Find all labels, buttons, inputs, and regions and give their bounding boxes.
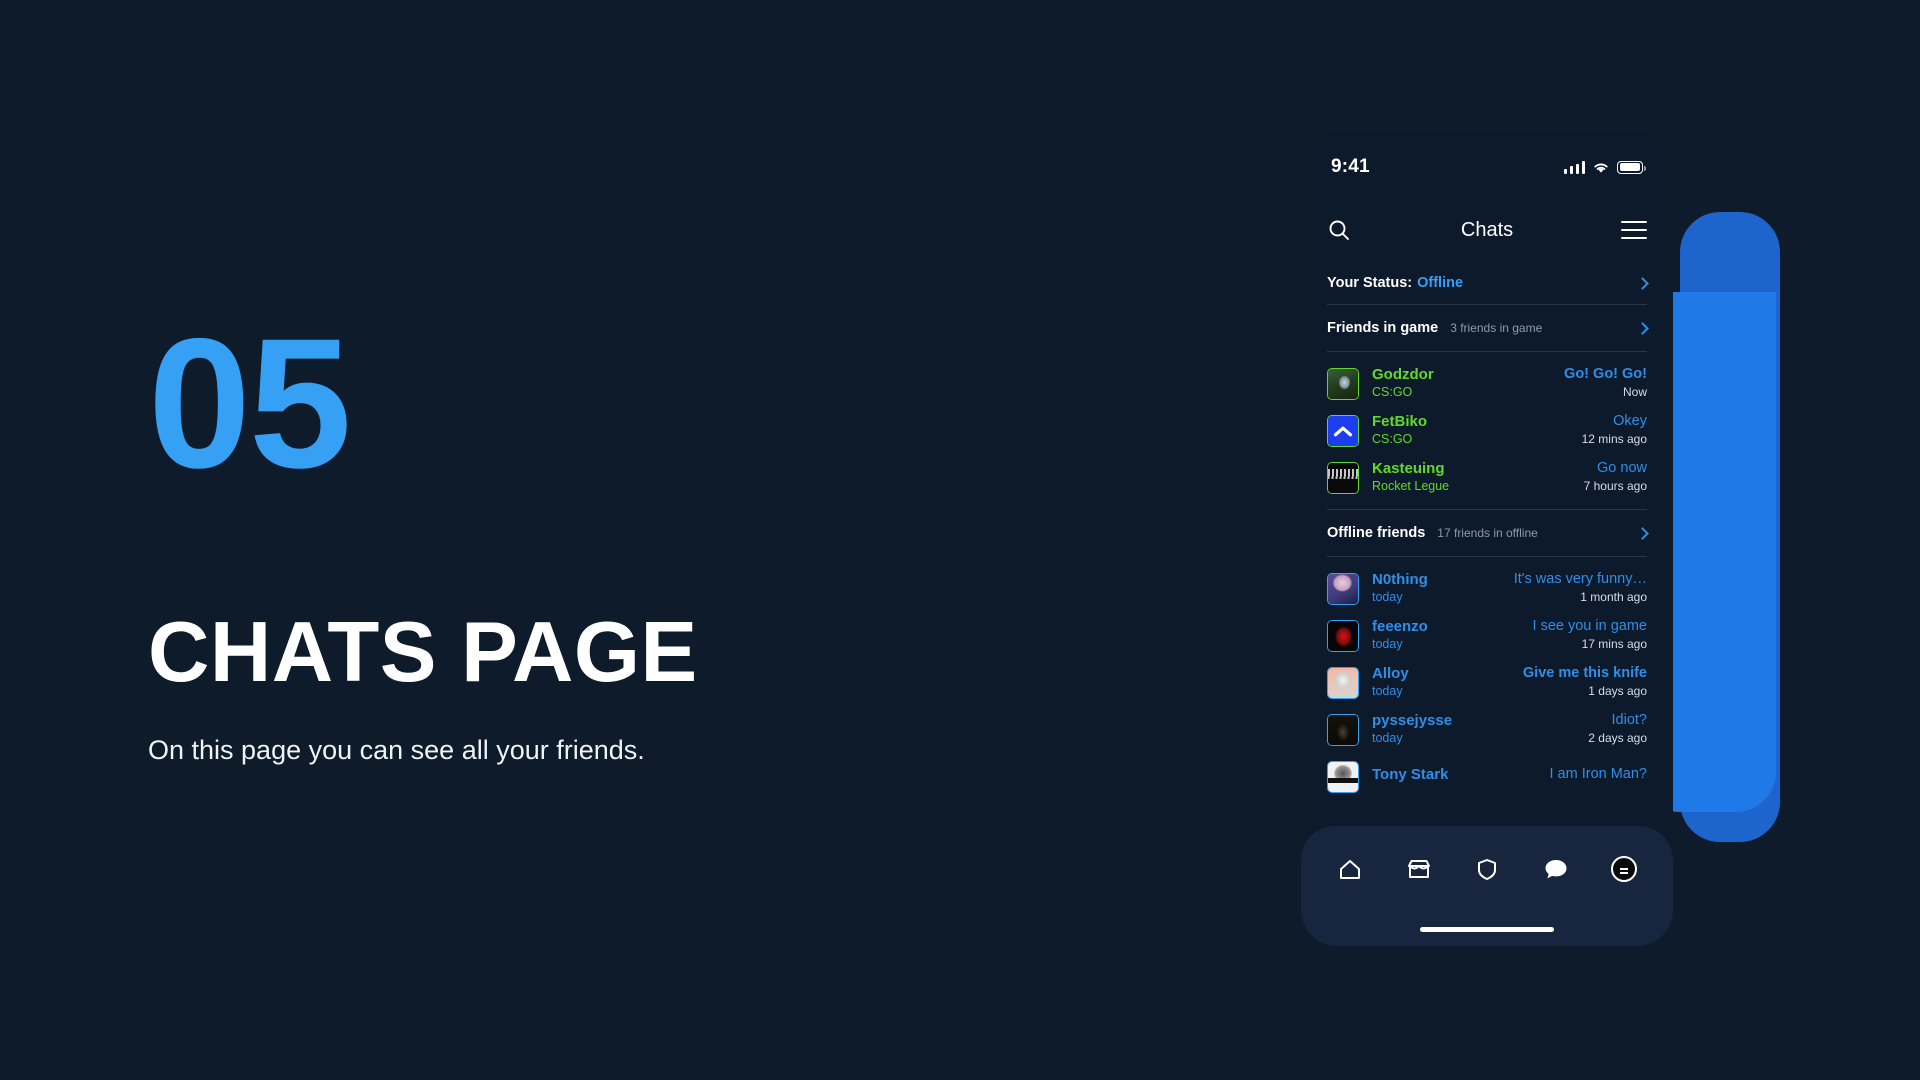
page-subtitle: On this page you can see all your friend… [148, 735, 645, 766]
last-message: Idiot? [1611, 712, 1647, 729]
home-indicator [1420, 927, 1554, 932]
friend-activity: today [1372, 683, 1403, 698]
last-message: It's was very funny… [1513, 571, 1647, 588]
slide-canvas: 05 CHATS PAGE On this page you can see a… [0, 0, 1920, 1080]
avatar-tony-stark [1327, 760, 1359, 793]
friend-activity: today [1372, 589, 1403, 604]
friend-name: Alloy [1372, 665, 1409, 683]
search-icon[interactable] [1327, 218, 1351, 242]
avatar-alloy [1327, 666, 1359, 699]
section-header-friends-in-game[interactable]: Friends in game 3 friends in game [1301, 305, 1673, 351]
your-status-row[interactable]: Your Status: Offline [1301, 262, 1673, 304]
message-time: 1 month ago [1580, 590, 1647, 605]
avatar-godzdor [1327, 367, 1359, 400]
page-title: CHATS PAGE [148, 605, 698, 701]
last-message: I am Iron Man? [1549, 766, 1647, 783]
page-header-title: Chats [1460, 218, 1514, 241]
section-header-offline-friends[interactable]: Offline friends 17 friends in offline [1301, 510, 1673, 556]
battery-full-icon [1617, 160, 1646, 174]
avatar-n0thing [1327, 572, 1359, 605]
friend-game: CS:GO [1372, 431, 1413, 446]
friend-name: N0thing [1372, 571, 1428, 589]
status-bar-time: 9:41 [1331, 156, 1370, 177]
home-icon[interactable] [1333, 852, 1367, 886]
avatar-fetbiko [1327, 414, 1359, 447]
friend-name: feeenzo [1372, 618, 1428, 636]
slide-text-column: 05 CHATS PAGE On this page you can see a… [148, 301, 848, 770]
table-row[interactable]: FetBiko CS:GO Okey 12 mins ago [1301, 407, 1673, 454]
avatar-pyssejysse [1327, 713, 1359, 746]
friend-name: FetBiko [1372, 413, 1428, 431]
table-row[interactable]: Tony Stark I am Iron Man? [1301, 753, 1673, 800]
message-time: 1 days ago [1588, 684, 1647, 699]
chevron-right-icon[interactable] [1636, 526, 1649, 540]
table-row[interactable]: pyssejysse today Idiot? 2 days ago [1301, 706, 1673, 753]
hamburger-menu-icon[interactable] [1621, 220, 1647, 240]
status-bar: 9:41 [1301, 134, 1673, 186]
friend-name: Kasteuing [1372, 460, 1445, 478]
your-status-value: Offline [1417, 275, 1464, 291]
friend-activity: today [1372, 636, 1403, 651]
slide-number: 05 [148, 301, 352, 507]
avatar-feeenzo [1327, 619, 1359, 652]
bottom-navigation-bar [1301, 826, 1673, 946]
friend-game: CS:GO [1372, 384, 1413, 399]
cellular-signal-icon [1563, 160, 1585, 174]
section-count: 3 friends in game [1450, 321, 1543, 335]
your-status-label: Your Status: [1327, 275, 1413, 291]
section-count: 17 friends in offline [1437, 526, 1538, 540]
wifi-icon [1594, 163, 1608, 173]
chat-bubble-icon[interactable] [1539, 852, 1573, 886]
chevron-right-icon[interactable] [1636, 321, 1649, 335]
table-row[interactable]: feeenzo today I see you in game 17 mins … [1301, 612, 1673, 659]
message-time: 7 hours ago [1583, 479, 1647, 494]
bottom-nav-items [1301, 826, 1673, 886]
avatar-kasteuing [1327, 461, 1359, 494]
status-bar-icons [1563, 160, 1646, 174]
table-row[interactable]: Kasteuing Rocket Legue Go now 7 hours ag… [1301, 454, 1673, 501]
last-message: Go! Go! Go! [1564, 366, 1647, 383]
message-time: 12 mins ago [1581, 432, 1647, 447]
friend-name: Godzdor [1372, 366, 1434, 384]
friend-game: Rocket Legue [1372, 478, 1450, 493]
table-row[interactable]: Godzdor CS:GO Go! Go! Go! Now [1301, 360, 1673, 407]
message-time: Now [1622, 385, 1647, 400]
app-bar: Chats [1301, 198, 1673, 262]
friend-name: pyssejysse [1372, 712, 1453, 730]
friend-name: Tony Stark [1372, 766, 1449, 784]
table-row[interactable]: Alloy today Give me this knife 1 days ag… [1301, 659, 1673, 706]
chevron-right-icon[interactable] [1636, 276, 1649, 290]
message-time: 2 days ago [1588, 731, 1647, 746]
last-message: Give me this knife [1522, 665, 1647, 682]
last-message: Okey [1613, 413, 1647, 430]
last-message: Go now [1597, 460, 1647, 477]
section-title: Offline friends [1327, 525, 1426, 541]
friend-activity: today [1372, 730, 1403, 745]
chevron-up-glyph [1333, 426, 1353, 436]
message-time: 17 mins ago [1581, 637, 1647, 652]
phone-mockup: 9:41 Chats Your Status: Offline Friends … [1301, 134, 1673, 946]
table-row[interactable]: N0thing today It's was very funny… 1 mon… [1301, 565, 1673, 612]
shield-icon[interactable] [1470, 852, 1504, 886]
coin-icon[interactable] [1607, 852, 1641, 886]
section-title: Friends in game [1327, 320, 1439, 336]
store-icon[interactable] [1402, 852, 1436, 886]
last-message: I see you in game [1532, 618, 1647, 635]
